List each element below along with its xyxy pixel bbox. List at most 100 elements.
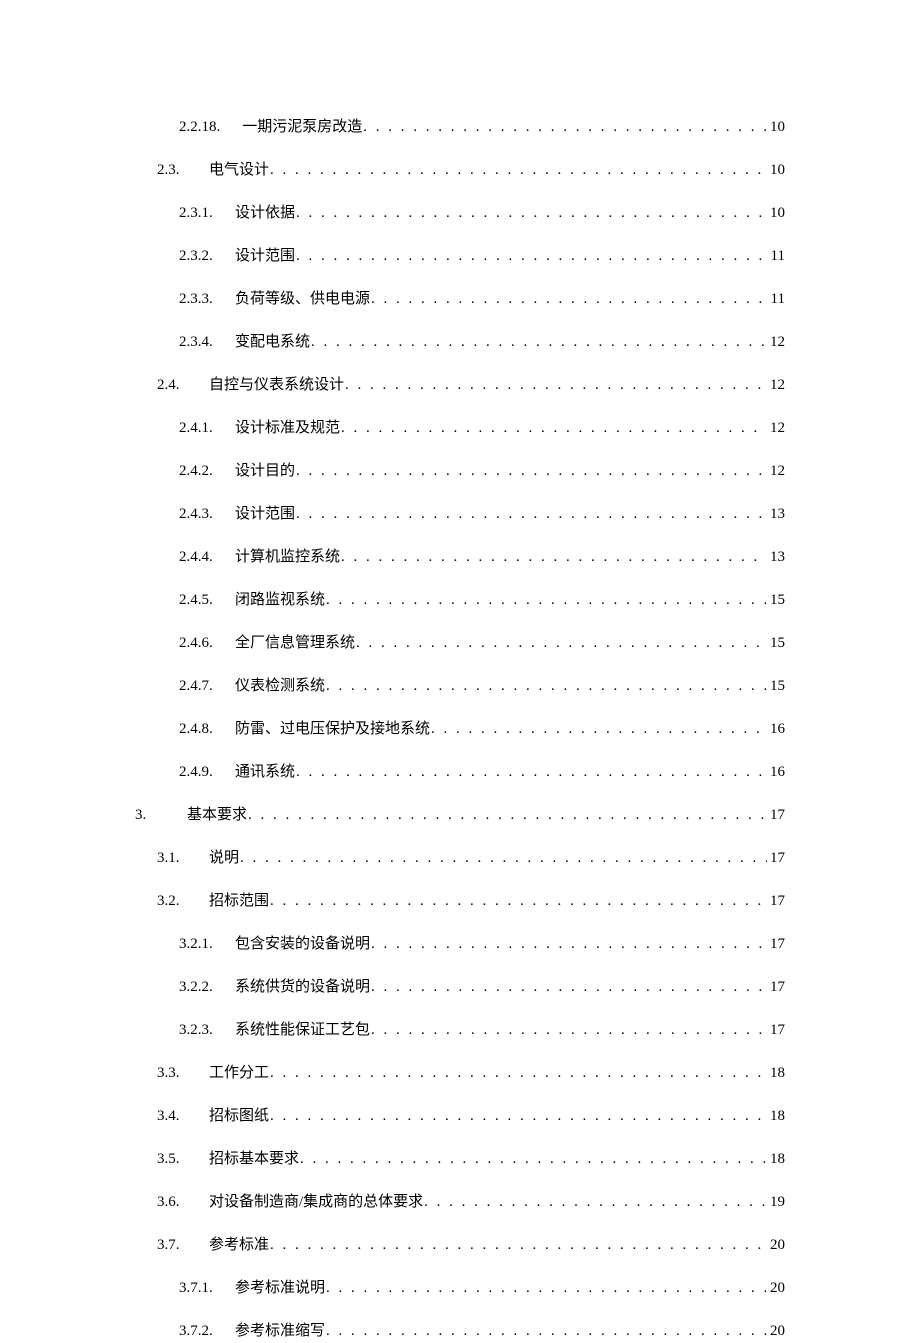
toc-dots-leader — [326, 588, 767, 612]
toc-entry: 2.4.7.仪表检测系统15 — [135, 674, 785, 698]
toc-entry: 3.2. 招标范围 17 — [135, 889, 785, 913]
toc-entry-page: 17 — [768, 889, 785, 913]
toc-entry-number: 2.3.2. — [179, 244, 213, 268]
toc-dots-leader — [371, 287, 768, 311]
toc-entry: 3.5.招标基本要求18 — [135, 1147, 785, 1171]
toc-dots-leader — [326, 674, 767, 698]
toc-entry: 3. 基本要求 17 — [135, 803, 785, 827]
toc-dots-leader — [270, 1233, 767, 1257]
toc-entry-title: 包含安装的设备说明 — [235, 932, 370, 956]
toc-dots-leader — [296, 201, 767, 225]
toc-entry-title: 设计依据 — [235, 201, 295, 225]
toc-entry-title: 招标图纸 — [209, 1104, 269, 1128]
toc-entry-title: 全厂信息管理系统 — [235, 631, 355, 655]
toc-dots-leader — [371, 975, 767, 999]
toc-entry-number: 3.5. — [157, 1147, 191, 1171]
toc-entry-page: 10 — [768, 201, 785, 225]
toc-entry-page: 15 — [768, 588, 785, 612]
toc-entry-title: 计算机监控系统 — [235, 545, 340, 569]
toc-entry-title: 防雷、过电压保护及接地系统 — [235, 717, 430, 741]
toc-dots-leader — [326, 1319, 767, 1343]
toc-dots-leader — [296, 760, 767, 784]
toc-entry-title: 工作分工 — [209, 1061, 269, 1085]
toc-entry: 3.7. 参考标准 20 — [135, 1233, 785, 1257]
toc-entry-page: 17 — [768, 803, 785, 827]
toc-entry-title: 闭路监视系统 — [235, 588, 325, 612]
toc-entry: 2.4.3.设计范围13 — [135, 502, 785, 526]
toc-dots-leader — [270, 158, 767, 182]
toc-entry-number: 2.3.1. — [179, 201, 213, 225]
toc-entry: 3.7.1.参考标准说明20 — [135, 1276, 785, 1300]
toc-dots-leader — [356, 631, 767, 655]
toc-entry-page: 11 — [769, 244, 785, 268]
toc-entry-page: 15 — [768, 674, 785, 698]
toc-entry-page: 13 — [768, 545, 785, 569]
toc-entry-number: 3.4. — [157, 1104, 191, 1128]
toc-dots-leader — [326, 1276, 767, 1300]
toc-entry: 2.4.自控与仪表系统设计12 — [135, 373, 785, 397]
toc-entry-title: 对设备制造商/集成商的总体要求 — [209, 1190, 423, 1214]
toc-entry: 2.4.9.通讯系统16 — [135, 760, 785, 784]
toc-entry: 3.2.1.包含安装的设备说明17 — [135, 932, 785, 956]
toc-dots-leader — [345, 373, 767, 397]
toc-entry-number: 3. — [135, 803, 169, 827]
toc-dots-leader — [296, 459, 767, 483]
toc-entry-page: 20 — [768, 1276, 785, 1300]
toc-entry: 2.4.8. 防雷、过电压保护及接地系统 16 — [135, 717, 785, 741]
toc-entry-page: 18 — [768, 1061, 785, 1085]
toc-entry-title: 系统性能保证工艺包 — [235, 1018, 370, 1042]
toc-entry-number: 2.4. — [157, 373, 191, 397]
toc-entry-number: 2.4.8. — [179, 717, 213, 741]
toc-dots-leader — [371, 1018, 767, 1042]
toc-entry-title: 系统供货的设备说明 — [235, 975, 370, 999]
toc-entry: 2.4.4. 计算机监控系统 13 — [135, 545, 785, 569]
toc-entry-title: 电气设计 — [209, 158, 269, 182]
toc-entry-page: 10 — [768, 158, 785, 182]
toc-entry-title: 通讯系统 — [235, 760, 295, 784]
toc-entry: 2.3.3. 负荷等级、供电电源 11 — [135, 287, 785, 311]
toc-entry-number: 2.4.5. — [179, 588, 213, 612]
toc-entry-number: 3.6. — [157, 1190, 191, 1214]
toc-entry-title: 招标范围 — [209, 889, 269, 913]
toc-entry: 2.3.1. 设计依据 10 — [135, 201, 785, 225]
toc-entry-page: 20 — [768, 1233, 785, 1257]
toc-dots-leader — [424, 1190, 767, 1214]
toc-entry-page: 19 — [768, 1190, 785, 1214]
toc-entry-title: 参考标准缩写 — [235, 1319, 325, 1343]
toc-entry-number: 3.7.1. — [179, 1276, 213, 1300]
toc-dots-leader — [296, 502, 767, 526]
toc-entry-number: 2.4.3. — [179, 502, 213, 526]
toc-dots-leader — [363, 115, 767, 139]
toc-entry-page: 16 — [768, 717, 785, 741]
toc-entry-number: 2.4.9. — [179, 760, 213, 784]
toc-entry-number: 3.7. — [157, 1233, 191, 1257]
toc-entry-page: 10 — [768, 115, 785, 139]
toc-entry: 2.4.1.设计标准及规范12 — [135, 416, 785, 440]
toc-entry-number: 2.3.3. — [179, 287, 213, 311]
toc-dots-leader — [248, 803, 767, 827]
toc-dots-leader — [270, 1104, 767, 1128]
toc-entry: 3.6. 对设备制造商/集成商的总体要求 19 — [135, 1190, 785, 1214]
toc-entry-number: 3.2.3. — [179, 1018, 213, 1042]
toc-entry: 3.4.招标图纸18 — [135, 1104, 785, 1128]
toc-entry-title: 一期污泥泵房改造 — [242, 115, 362, 139]
toc-entry-title: 参考标准 — [209, 1233, 269, 1257]
toc-entry-title: 自控与仪表系统设计 — [209, 373, 344, 397]
toc-entry-page: 17 — [768, 846, 785, 870]
toc-entry-title: 基本要求 — [187, 803, 247, 827]
toc-dots-leader — [296, 244, 768, 268]
toc-entry-number: 2.4.4. — [179, 545, 213, 569]
toc-entry-page: 17 — [768, 975, 785, 999]
toc-entry-number: 3.7.2. — [179, 1319, 213, 1343]
toc-entry-title: 负荷等级、供电电源 — [235, 287, 370, 311]
toc-entry-number: 2.4.7. — [179, 674, 213, 698]
toc-entry-number: 3.2. — [157, 889, 191, 913]
toc-entry-page: 13 — [768, 502, 785, 526]
toc-dots-leader — [270, 1061, 767, 1085]
toc-entry-page: 11 — [769, 287, 785, 311]
toc-entry-title: 说明 — [209, 846, 239, 870]
toc-entry: 2.4.2.设计目的12 — [135, 459, 785, 483]
toc-dots-leader — [300, 1147, 767, 1171]
toc-entry: 3.2.3.系统性能保证工艺包17 — [135, 1018, 785, 1042]
toc-entry-title: 设计标准及规范 — [235, 416, 340, 440]
